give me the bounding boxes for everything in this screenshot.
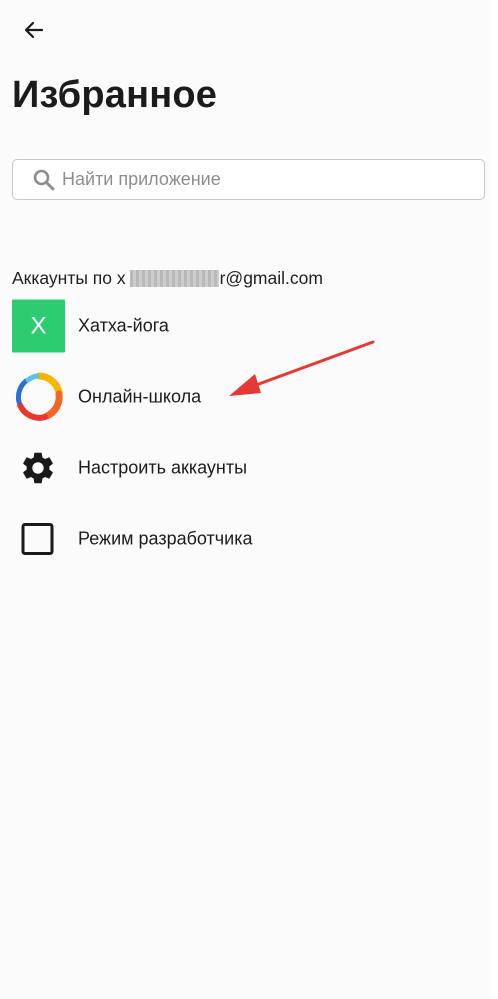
favorites-screen: Избранное Аккаунты по x r@gmail.com X Ха… [0, 0, 490, 999]
search-input[interactable] [62, 169, 442, 190]
red-arrow-annotation [229, 340, 375, 396]
developer-mode-item[interactable]: Режим разработчика [0, 509, 490, 569]
email-redaction [129, 269, 219, 287]
list-item-label: Хатха-йога [78, 315, 169, 336]
checkbox-icon[interactable] [20, 522, 55, 557]
page-title: Избранное [12, 74, 218, 116]
arrow-left-icon [24, 21, 44, 39]
list-item-label: Режим разработчика [78, 528, 253, 549]
accounts-prefix: Аккаунты по [12, 267, 112, 288]
search-field[interactable] [12, 159, 485, 200]
avatar: X [12, 299, 65, 353]
gear-icon [19, 449, 57, 487]
list-item-label: Настроить аккаунты [78, 457, 248, 478]
accounts-email-suffix: r@gmail.com [219, 267, 323, 288]
colorful-ring-logo [12, 370, 66, 424]
back-button[interactable] [14, 12, 54, 48]
account-item-hatha-yoga[interactable]: X Хатха-йога [0, 296, 490, 356]
letter-avatar: X [12, 299, 65, 353]
accounts-section-header: Аккаунты по x r@gmail.com [12, 267, 323, 289]
accounts-visible-letter: x [116, 267, 126, 288]
search-icon [33, 169, 55, 190]
settings-accounts-item[interactable]: Настроить аккаунты [0, 438, 490, 498]
account-item-online-school[interactable]: Онлайн-школа [0, 367, 490, 427]
list-item-label: Онлайн-школа [78, 386, 202, 407]
